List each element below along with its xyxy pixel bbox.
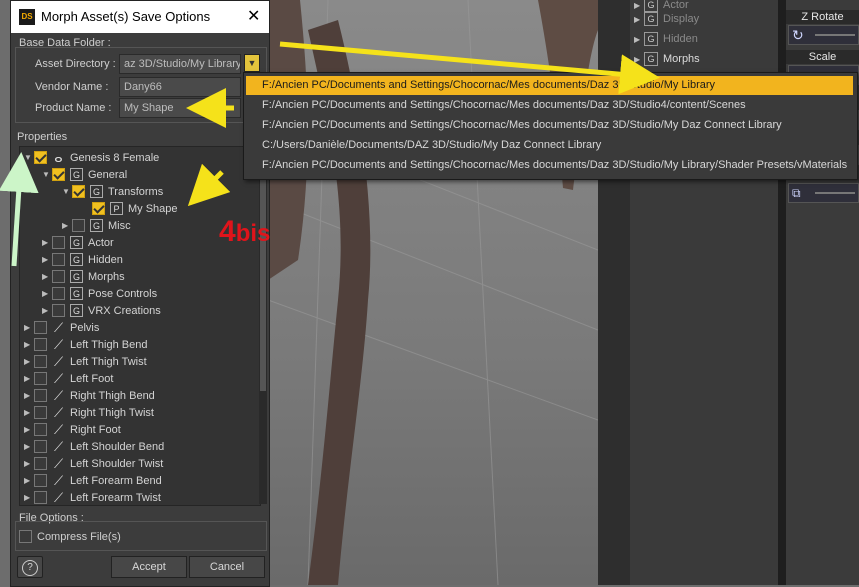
annotation-arrow-to-genesis	[0, 152, 39, 267]
annotation-arrow-to-myshape	[187, 163, 231, 207]
annotation-arrow-to-library	[279, 41, 660, 95]
annotation-overlay	[0, 41, 660, 267]
